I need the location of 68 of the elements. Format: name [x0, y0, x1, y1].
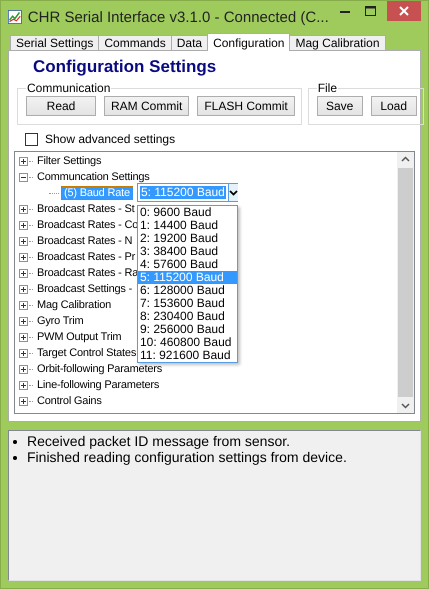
checkbox-label: Show advanced settings — [45, 132, 176, 146]
log-message: Finished reading configuration settings from device. — [27, 449, 347, 465]
collapse-icon[interactable] — [19, 172, 28, 182]
dropdown-option[interactable]: 0: 9600 Baud — [138, 206, 237, 219]
tab[interactable]: Configuration — [207, 33, 290, 51]
expand-icon[interactable] — [19, 284, 28, 294]
tree-item[interactable]: PWM Output Trim — [35, 331, 124, 343]
dropdown-button[interactable] — [228, 184, 238, 201]
dropdown-option[interactable]: 8: 230400 Baud — [138, 310, 237, 323]
bullet-icon — [13, 456, 17, 460]
expand-icon[interactable] — [19, 348, 28, 358]
tree-item[interactable]: Filter Settings — [35, 155, 104, 167]
tree-item[interactable]: Broadcast Rates - Pr — [35, 251, 138, 263]
app-chart-icon — [8, 8, 22, 26]
expand-icon[interactable] — [19, 380, 28, 390]
expand-icon[interactable] — [19, 204, 28, 214]
tree-item[interactable]: Gyro Trim — [35, 315, 86, 327]
tab[interactable]: Commands — [98, 35, 172, 51]
group-title: Communication — [26, 81, 112, 95]
dropdown-option[interactable]: 11: 921600 Baud — [138, 349, 237, 362]
expand-icon[interactable] — [19, 236, 28, 246]
chevron-down-icon — [228, 190, 238, 196]
tree-item[interactable]: Control Gains — [35, 395, 104, 407]
expand-icon[interactable] — [19, 252, 28, 262]
button[interactable]: Read — [26, 96, 96, 116]
button[interactable]: Save — [316, 96, 363, 116]
expand-icon[interactable] — [19, 396, 28, 406]
checkbox[interactable] — [25, 132, 38, 146]
dropdown-value: 5: 115200 Baud — [140, 186, 226, 199]
expand-icon[interactable] — [19, 332, 28, 342]
dropdown-option[interactable]: 10: 460800 Baud — [138, 336, 237, 349]
bullet-icon — [13, 440, 17, 444]
section-heading: Configuration Settings — [32, 57, 218, 78]
minimize-icon[interactable] — [340, 10, 350, 12]
tree-item[interactable]: Broadcast Settings - — [35, 283, 134, 295]
dropdown-option[interactable]: 4: 57600 Baud — [138, 258, 237, 271]
button[interactable]: RAM Commit — [104, 96, 190, 116]
scrollbar[interactable] — [397, 152, 414, 413]
tree-item[interactable]: Broadcast Rates - St — [35, 203, 136, 215]
tab[interactable]: Data — [170, 35, 208, 51]
dropdown-option[interactable]: 1: 14400 Baud — [138, 219, 237, 232]
expand-icon[interactable] — [19, 300, 28, 310]
tree-item[interactable]: Communcation Settings — [35, 171, 152, 183]
button[interactable]: Load — [370, 96, 417, 116]
dropdown-option[interactable]: 3: 38400 Baud — [138, 245, 237, 258]
log-message: Received packet ID message from sensor. — [27, 433, 290, 449]
tree-item[interactable]: Orbit-following Parameters — [35, 363, 164, 375]
expand-icon[interactable] — [19, 364, 28, 374]
close-button[interactable] — [386, 1, 422, 21]
tree-item[interactable]: Target Control States — [35, 347, 138, 359]
window-title: CHR Serial Interface v3.1.0 - Connected (C... — [28, 8, 329, 26]
dropdown-option[interactable]: 2: 19200 Baud — [138, 232, 237, 245]
close-icon — [398, 6, 409, 16]
button[interactable]: FLASH Commit — [197, 96, 295, 116]
dropdown-option[interactable]: 9: 256000 Baud — [138, 323, 237, 336]
maximize-icon[interactable] — [365, 6, 376, 16]
dropdown-option[interactable]: 7: 153600 Baud — [138, 297, 237, 310]
group-title: File — [316, 81, 338, 95]
tab[interactable]: Serial Settings — [10, 35, 100, 51]
expand-icon[interactable] — [19, 316, 28, 326]
tree-item[interactable]: Broadcast Rates - N — [35, 235, 134, 247]
dropdown-option[interactable]: 6: 128000 Baud — [138, 284, 237, 297]
tree-item[interactable]: Mag Calibration — [35, 299, 114, 311]
expand-icon[interactable] — [19, 220, 28, 230]
tab[interactable]: Mag Calibration — [289, 35, 386, 51]
expand-icon[interactable] — [19, 156, 28, 166]
tree-item[interactable]: Line-following Parameters — [35, 379, 162, 391]
expand-icon[interactable] — [19, 268, 28, 278]
